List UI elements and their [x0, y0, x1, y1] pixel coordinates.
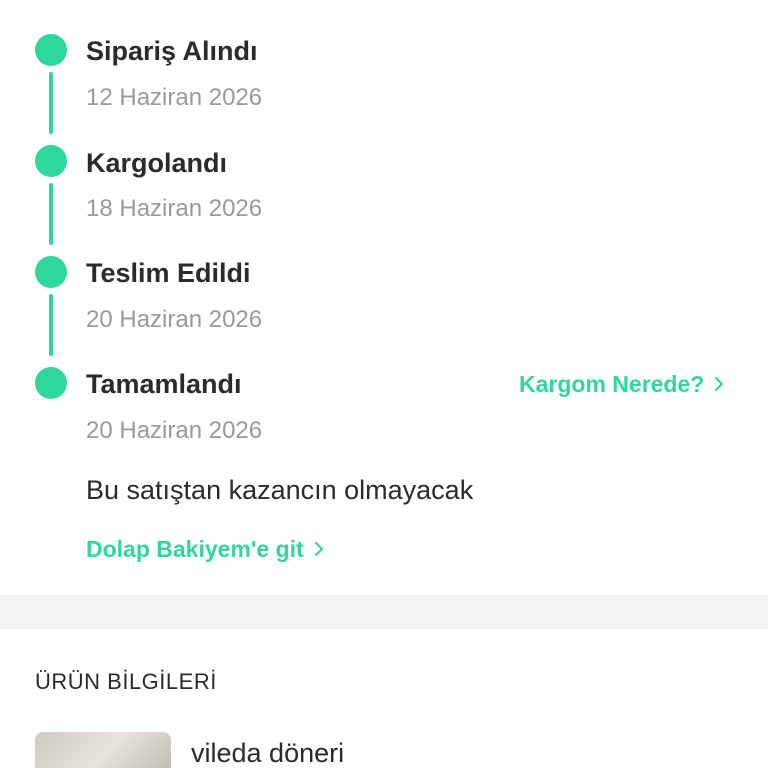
step-date-shipped: 18 Haziran 2026: [86, 195, 263, 222]
step-date-order-received: 12 Haziran 2026: [86, 84, 263, 111]
step-date-delivered: 20 Haziran 2026: [86, 306, 263, 333]
status-dot-icon: [35, 34, 67, 66]
go-to-balance-link[interactable]: Dolap Bakiyem'e git: [86, 534, 326, 564]
product-name: vileda döneri: [191, 738, 345, 768]
status-dot-icon: [35, 145, 67, 177]
earnings-note: Bu satıştan kazancın olmayacak: [86, 475, 474, 505]
step-title-order-received: Sipariş Alındı: [86, 36, 258, 66]
timeline-connector: [49, 72, 53, 134]
product-info-heading: ÜRÜN BİLGİLERİ: [35, 669, 217, 694]
step-title-completed: Tamamlandı: [86, 369, 242, 399]
step-date-completed: 20 Haziran 2026: [86, 417, 263, 444]
go-to-balance-label: Dolap Bakiyem'e git: [86, 536, 304, 562]
product-item[interactable]: vileda döneri: [0, 732, 768, 768]
timeline-connector: [49, 294, 53, 356]
order-detail-page: Sipariş Alındı 12 Haziran 2026 Kargoland…: [0, 0, 768, 768]
timeline-connector: [49, 183, 53, 245]
section-divider: [0, 595, 768, 629]
status-dot-icon: [35, 256, 67, 288]
order-status-timeline: Sipariş Alındı 12 Haziran 2026 Kargoland…: [0, 0, 768, 595]
step-title-shipped: Kargolandı: [86, 148, 228, 178]
status-dot-icon: [35, 367, 67, 399]
track-shipment-link[interactable]: Kargom Nerede?: [519, 369, 726, 399]
track-shipment-label: Kargom Nerede?: [519, 371, 705, 397]
step-title-delivered: Teslim Edildi: [86, 258, 251, 288]
chevron-right-icon: [715, 377, 724, 391]
chevron-right-icon: [314, 542, 323, 556]
product-thumbnail[interactable]: [35, 732, 171, 768]
